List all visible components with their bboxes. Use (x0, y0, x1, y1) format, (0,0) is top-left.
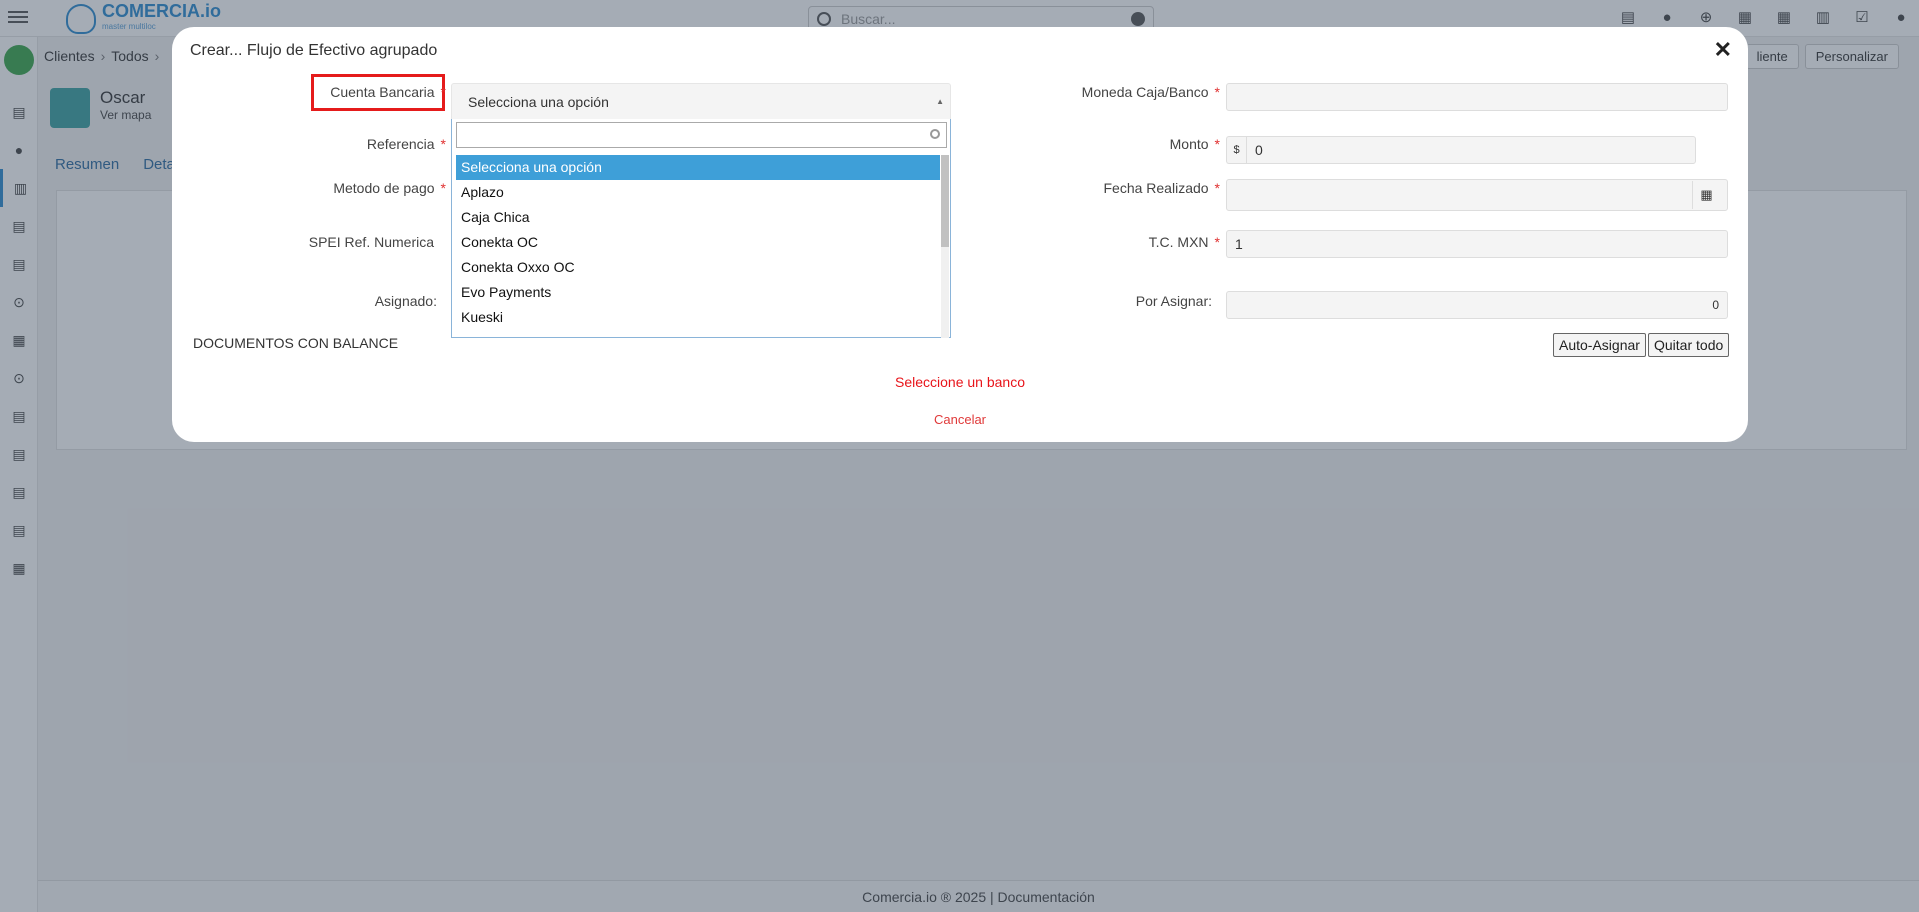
close-icon[interactable]: ✕ (1714, 37, 1732, 63)
option-item[interactable]: Aplazo (456, 180, 940, 205)
moneda-field[interactable] (1226, 83, 1728, 111)
select-value: Selecciona una opción (468, 94, 609, 110)
option-item[interactable]: Selecciona una opción (456, 155, 940, 180)
dropdown-scrollbar[interactable] (941, 155, 949, 338)
warning-message: Seleccione un banco (895, 374, 1025, 390)
cash-flow-modal: Crear... Flujo de Efectivo agrupado ✕ Cu… (172, 27, 1748, 442)
moneda-label: Moneda Caja/Banco * (1081, 84, 1220, 100)
modal-title: Crear... Flujo de Efectivo agrupado (190, 42, 438, 59)
fecha-input[interactable] (1226, 179, 1728, 211)
documents-balance-label: DOCUMENTOS CON BALANCE (193, 335, 399, 351)
monto-label: Monto * (1169, 136, 1220, 152)
option-item[interactable]: Conekta Oxxo OC (456, 255, 940, 280)
calendar-icon[interactable]: ▦ (1692, 181, 1720, 209)
options-list: Selecciona una opción Aplazo Caja Chica … (456, 155, 940, 330)
select-dropdown: Selecciona una opción Aplazo Caja Chica … (451, 119, 951, 338)
cuenta-bancaria-label: Cuenta Bancaria * (330, 84, 446, 100)
search-icon (930, 129, 940, 139)
referencia-label: Referencia * (366, 136, 446, 152)
option-item[interactable]: Evo Payments (456, 280, 940, 305)
currency-prefix: $ (1226, 136, 1246, 164)
cuenta-bancaria-select[interactable]: Selecciona una opción ▲ (451, 83, 951, 119)
asignado-label: Asignado: (374, 293, 437, 309)
dropdown-search-input[interactable] (456, 122, 947, 148)
metodo-pago-label: Metodo de pago * (333, 180, 446, 196)
caret-up-icon: ▲ (936, 97, 944, 106)
clear-all-button[interactable]: Quitar todo (1648, 333, 1730, 357)
fecha-label: Fecha Realizado * (1103, 180, 1220, 196)
por-asignar-label: Por Asignar: (1135, 293, 1212, 309)
monto-input[interactable]: 0 (1246, 136, 1696, 164)
auto-assign-button[interactable]: Auto-Asignar (1553, 333, 1646, 357)
cancel-link[interactable]: Cancelar (172, 412, 1748, 427)
option-item[interactable]: Conekta OC (456, 230, 940, 255)
tc-input[interactable]: 1 (1226, 230, 1728, 258)
tc-label: T.C. MXN * (1148, 234, 1220, 250)
por-asignar-field: 0 (1226, 291, 1728, 319)
spei-label: SPEI Ref. Numerica (308, 234, 434, 250)
option-item[interactable]: Caja Chica (456, 205, 940, 230)
option-item[interactable]: Kueski (456, 305, 940, 330)
